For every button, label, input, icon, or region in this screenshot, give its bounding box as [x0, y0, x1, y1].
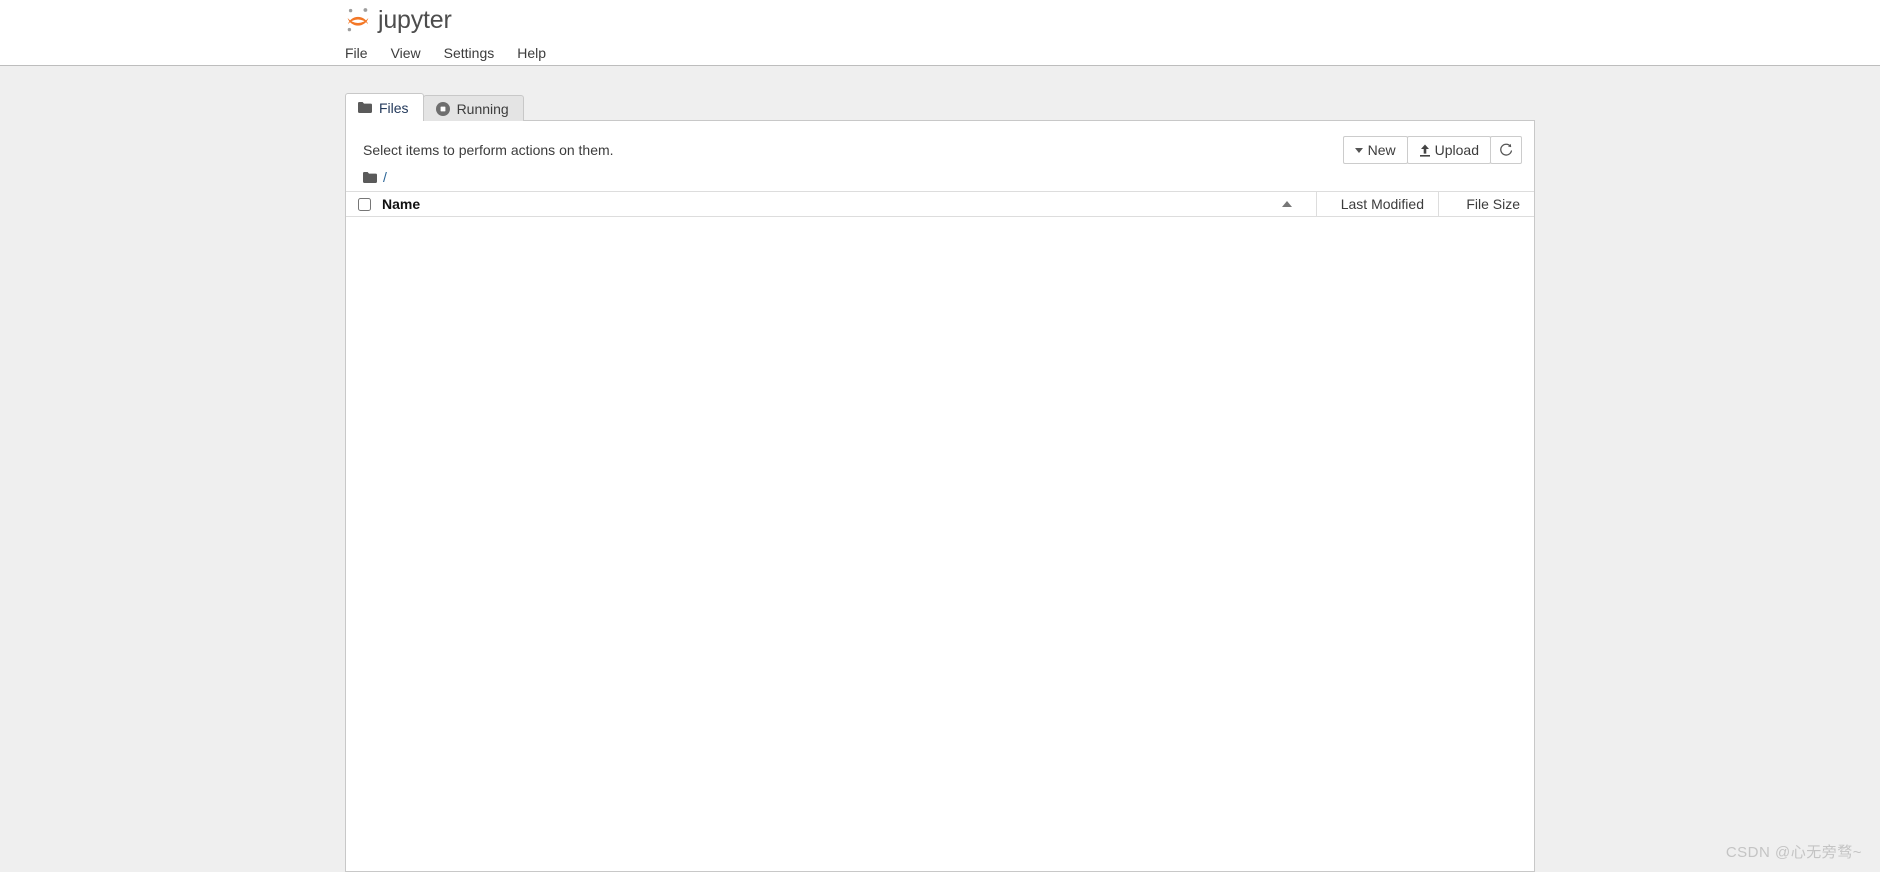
- refresh-button[interactable]: [1490, 136, 1522, 164]
- tab-files[interactable]: Files: [345, 93, 424, 121]
- file-table-header: Name Last Modified File Size: [346, 191, 1534, 217]
- tab-files-label: Files: [379, 99, 409, 116]
- main-region: Files Running Select items to perform ac…: [0, 66, 1880, 872]
- menu-item-help[interactable]: Help: [517, 46, 546, 60]
- action-button-group: New Upload: [1342, 136, 1522, 164]
- jupyter-logo-icon: [345, 6, 371, 34]
- select-items-hint: Select items to perform actions on them.: [363, 142, 614, 158]
- file-browser-panel: Select items to perform actions on them.…: [345, 120, 1535, 872]
- breadcrumb-root[interactable]: /: [383, 169, 387, 185]
- csdn-watermark: CSDN @心无旁骛~: [1725, 844, 1862, 861]
- caret-down-icon: [1354, 147, 1363, 153]
- menu-bar: File View Settings Help: [0, 40, 1880, 66]
- folder-icon: [358, 102, 372, 113]
- column-header-file-size[interactable]: File Size: [1438, 191, 1534, 217]
- app-header: jupyter: [0, 0, 1880, 40]
- column-header-last-modified[interactable]: Last Modified: [1316, 191, 1438, 217]
- refresh-icon: [1499, 143, 1513, 157]
- new-button[interactable]: New: [1342, 136, 1408, 164]
- tab-running[interactable]: Running: [422, 95, 524, 121]
- menu-item-file[interactable]: File: [345, 46, 368, 60]
- app-title: jupyter: [378, 5, 452, 34]
- new-button-label: New: [1367, 142, 1396, 158]
- menu-item-settings[interactable]: Settings: [444, 46, 495, 60]
- column-header-name[interactable]: Name: [382, 196, 1258, 212]
- upload-button[interactable]: Upload: [1406, 136, 1491, 164]
- file-table-body: [346, 217, 1534, 817]
- select-all-checkbox[interactable]: [358, 197, 371, 211]
- menu-item-view[interactable]: View: [391, 46, 421, 60]
- upload-icon: [1419, 144, 1431, 157]
- folder-icon: [363, 171, 377, 183]
- tab-running-label: Running: [456, 100, 509, 117]
- tab-strip: Files Running: [345, 93, 524, 121]
- breadcrumb: /: [346, 165, 1534, 191]
- sort-ascending-indicator[interactable]: [1258, 201, 1316, 207]
- select-all-checkbox-cell: [358, 197, 382, 211]
- jupyter-logo-link[interactable]: jupyter: [345, 6, 452, 34]
- upload-button-label: Upload: [1434, 142, 1479, 158]
- caret-up-icon: [1282, 201, 1292, 207]
- panel-toolbar: Select items to perform actions on them.…: [346, 121, 1534, 165]
- stop-circle-icon: [435, 101, 450, 116]
